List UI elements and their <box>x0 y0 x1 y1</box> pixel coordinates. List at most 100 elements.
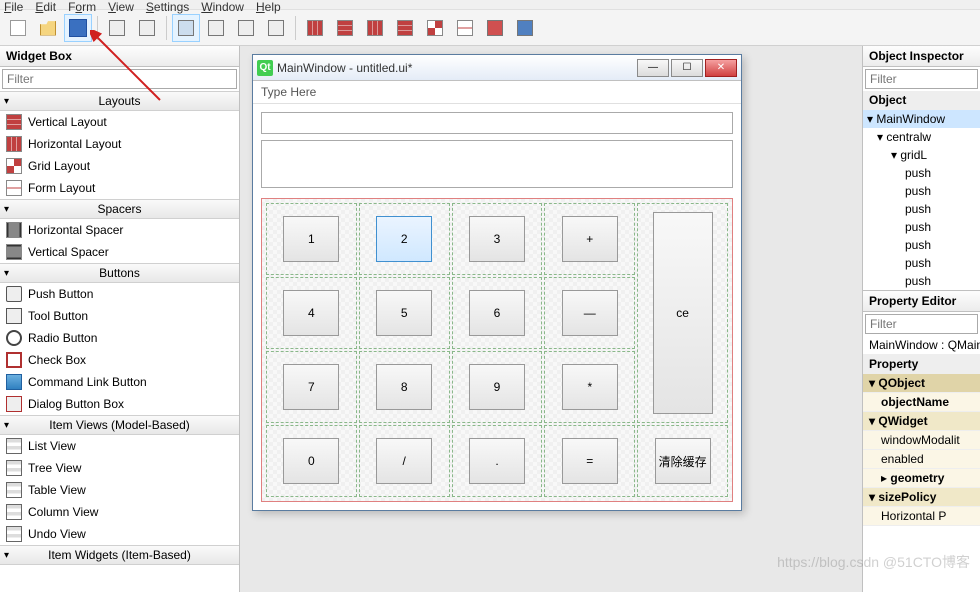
window-titlebar[interactable]: Qt MainWindow - untitled.ui* — ☐ ✕ <box>253 55 741 81</box>
calc-button-ce[interactable]: ce <box>653 212 713 414</box>
calc-cell[interactable]: 6 <box>452 277 543 349</box>
category-item-views[interactable]: ▾Item Views (Model-Based) <box>0 415 239 435</box>
calc-cell[interactable]: / <box>359 425 450 497</box>
calc-cell[interactable]: 8 <box>359 351 450 423</box>
widget-dialog-button-box[interactable]: Dialog Button Box <box>0 393 239 415</box>
calc-cell-ce[interactable]: ce <box>637 203 728 423</box>
tree-central[interactable]: ▾ centralw <box>863 128 980 146</box>
menu-placeholder[interactable]: Type Here <box>253 81 741 104</box>
edit-tab-button[interactable] <box>262 14 290 42</box>
calc-cell[interactable]: 9 <box>452 351 543 423</box>
calc-cell[interactable]: 2 <box>359 203 450 275</box>
tree-push[interactable]: push <box>863 182 980 200</box>
save-button[interactable] <box>64 14 92 42</box>
calc-cell[interactable]: 清除缓存 <box>637 425 728 497</box>
widget-horizontal-layout[interactable]: Horizontal Layout <box>0 133 239 155</box>
calc-button[interactable]: 4 <box>283 290 339 336</box>
menu-file[interactable]: File <box>4 0 23 9</box>
category-buttons[interactable]: ▾Buttons <box>0 263 239 283</box>
menu-edit[interactable]: Edit <box>35 0 56 9</box>
design-canvas[interactable]: Qt MainWindow - untitled.ui* — ☐ ✕ Type … <box>240 46 862 592</box>
menu-view[interactable]: View <box>108 0 134 9</box>
widget-command-link-button[interactable]: Command Link Button <box>0 371 239 393</box>
calc-button[interactable]: 9 <box>469 364 525 410</box>
grid-layout-container[interactable]: 123 + ce 456 — 789 * 0 /. = 清除缓存 <box>261 198 733 502</box>
prop-sizepolicy[interactable]: ▾ sizePolicy <box>863 488 980 507</box>
calc-button[interactable]: * <box>562 364 618 410</box>
tree-push[interactable]: push <box>863 200 980 218</box>
calc-cell[interactable]: 1 <box>266 203 357 275</box>
calc-button[interactable]: — <box>562 290 618 336</box>
category-layouts[interactable]: ▾Layouts <box>0 91 239 111</box>
edit-widgets-button[interactable] <box>172 14 200 42</box>
layout-grid-button[interactable] <box>421 14 449 42</box>
tool-b[interactable] <box>133 14 161 42</box>
widget-vertical-spacer[interactable]: Vertical Spacer <box>0 241 239 263</box>
widget-radio-button[interactable]: Radio Button <box>0 327 239 349</box>
calc-button[interactable]: 7 <box>283 364 339 410</box>
layout-v-button[interactable] <box>331 14 359 42</box>
prop-windowmodality[interactable]: windowModalit <box>863 431 980 450</box>
prop-geometry[interactable]: ▸ geometry <box>863 469 980 488</box>
layout-vs-button[interactable] <box>391 14 419 42</box>
form-body[interactable]: 123 + ce 456 — 789 * 0 /. = 清除缓存 <box>253 104 741 510</box>
calc-button[interactable]: = <box>562 438 618 484</box>
widget-check-box[interactable]: Check Box <box>0 349 239 371</box>
tree-mainwindow[interactable]: ▾ MainWindow <box>863 110 980 128</box>
widget-grid-layout[interactable]: Grid Layout <box>0 155 239 177</box>
menu-form[interactable]: Form <box>68 0 96 9</box>
line-edit-widget[interactable] <box>261 112 733 134</box>
designer-window[interactable]: Qt MainWindow - untitled.ui* — ☐ ✕ Type … <box>252 54 742 511</box>
category-spacers[interactable]: ▾Spacers <box>0 199 239 219</box>
calc-cell[interactable]: 3 <box>452 203 543 275</box>
tree-push[interactable]: push <box>863 236 980 254</box>
edit-buddies-button[interactable] <box>232 14 260 42</box>
menu-help[interactable]: Help <box>256 0 281 9</box>
text-edit-widget[interactable] <box>261 140 733 188</box>
calc-button[interactable]: 0 <box>283 438 339 484</box>
calc-cell[interactable]: . <box>452 425 543 497</box>
widget-box-filter[interactable] <box>2 69 237 89</box>
layout-hs-button[interactable] <box>361 14 389 42</box>
inspector-filter[interactable] <box>865 69 978 89</box>
widget-tree-view[interactable]: Tree View <box>0 457 239 479</box>
tree-push[interactable]: push <box>863 164 980 182</box>
calc-cell[interactable]: + <box>544 203 635 275</box>
calc-cell[interactable]: 4 <box>266 277 357 349</box>
prop-objectname[interactable]: objectName <box>863 393 980 412</box>
widget-list-view[interactable]: List View <box>0 435 239 457</box>
widget-undo-view[interactable]: Undo View <box>0 523 239 545</box>
break-layout-button[interactable] <box>481 14 509 42</box>
calc-button[interactable]: 3 <box>469 216 525 262</box>
widget-vertical-layout[interactable]: Vertical Layout <box>0 111 239 133</box>
new-button[interactable] <box>4 14 32 42</box>
tree-push[interactable]: push <box>863 272 980 290</box>
open-button[interactable] <box>34 14 62 42</box>
menu-settings[interactable]: Settings <box>146 0 189 9</box>
calc-cell[interactable]: = <box>544 425 635 497</box>
calc-button[interactable]: 8 <box>376 364 432 410</box>
calc-cell[interactable]: 5 <box>359 277 450 349</box>
menu-window[interactable]: Window <box>201 0 244 9</box>
layout-h-button[interactable] <box>301 14 329 42</box>
calc-button[interactable]: / <box>376 438 432 484</box>
prop-qwidget[interactable]: ▾ QWidget <box>863 412 980 431</box>
property-filter[interactable] <box>865 314 978 334</box>
minimize-button[interactable]: — <box>637 59 669 77</box>
tree-grid[interactable]: ▾ gridL <box>863 146 980 164</box>
edit-signals-button[interactable] <box>202 14 230 42</box>
calc-button[interactable]: . <box>469 438 525 484</box>
calc-button[interactable]: + <box>562 216 618 262</box>
calc-button[interactable]: 清除缓存 <box>655 438 711 484</box>
calc-button[interactable]: 2 <box>376 216 432 262</box>
calc-button[interactable]: 1 <box>283 216 339 262</box>
close-button[interactable]: ✕ <box>705 59 737 77</box>
widget-push-button[interactable]: Push Button <box>0 283 239 305</box>
calc-cell[interactable]: 0 <box>266 425 357 497</box>
calc-cell[interactable]: 7 <box>266 351 357 423</box>
widget-horizontal-spacer[interactable]: Horizontal Spacer <box>0 219 239 241</box>
adjust-size-button[interactable] <box>511 14 539 42</box>
prop-horizontal[interactable]: Horizontal P <box>863 507 980 526</box>
widget-column-view[interactable]: Column View <box>0 501 239 523</box>
tree-push[interactable]: push <box>863 254 980 272</box>
